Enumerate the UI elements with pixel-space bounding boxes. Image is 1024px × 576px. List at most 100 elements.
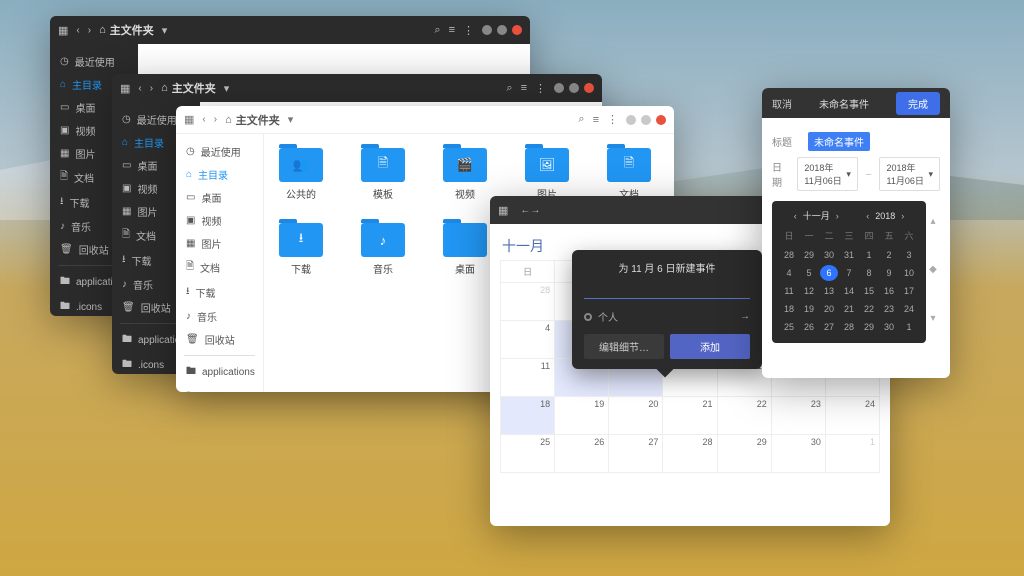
menu-icon[interactable]: ⋮	[463, 24, 474, 37]
view-grid-icon[interactable]: ▦	[120, 82, 130, 95]
mini-day[interactable]: 27	[820, 319, 838, 335]
nav-back-icon[interactable]: ‹	[202, 114, 205, 125]
sidebar-item[interactable]: 🖿.icons	[176, 385, 263, 392]
mini-day[interactable]: 29	[800, 247, 818, 263]
editor-header[interactable]: 取消 未命名事件 完成	[762, 88, 950, 118]
mini-day[interactable]: 29	[860, 319, 878, 335]
title-field[interactable]: 未命名事件	[808, 132, 870, 151]
calendar-cell[interactable]: 11	[501, 359, 555, 397]
window-close[interactable]	[656, 115, 666, 125]
mini-day[interactable]: 4	[780, 265, 798, 281]
sidebar-item[interactable]: ◷最近使用	[50, 50, 138, 73]
cancel-button[interactable]: 取消	[772, 96, 792, 111]
mini-day[interactable]: 20	[820, 301, 838, 317]
window-maximize[interactable]	[641, 115, 651, 125]
folder-item[interactable]: 🎬视频	[438, 148, 492, 201]
path-home[interactable]: ⌂主文件夹	[225, 112, 280, 128]
mini-calendar[interactable]: ‹十一月› ‹2018› 日一二三四五六28293031123456789101…	[772, 201, 926, 343]
path-dropdown-icon[interactable]: ▾	[288, 113, 294, 126]
window-minimize[interactable]	[554, 83, 564, 93]
view-list-icon[interactable]: ≡	[593, 114, 599, 126]
add-event-button[interactable]: 添加	[670, 334, 750, 359]
mini-day[interactable]: 28	[840, 319, 858, 335]
folder-item[interactable]: ⭳下载	[274, 223, 328, 276]
next-month-icon[interactable]: ›	[836, 211, 839, 221]
mini-day[interactable]: 30	[880, 319, 898, 335]
menu-icon[interactable]: ⋮	[535, 82, 546, 95]
event-title-input[interactable]	[584, 281, 750, 299]
date-start[interactable]: 2018年11月06日▾	[797, 157, 858, 191]
mini-day[interactable]: 5	[800, 265, 818, 281]
next-year-icon[interactable]: ›	[901, 211, 904, 221]
mini-day[interactable]: 14	[840, 283, 858, 299]
sidebar-item[interactable]: 🗑回收站	[176, 328, 263, 351]
path-home[interactable]: ⌂主文件夹	[99, 22, 154, 38]
path-dropdown-icon[interactable]: ▾	[224, 82, 230, 95]
mini-day[interactable]: 30	[820, 247, 838, 263]
view-list-icon[interactable]: ≡	[521, 82, 527, 94]
mini-day[interactable]: 18	[780, 301, 798, 317]
mini-day[interactable]: 31	[840, 247, 858, 263]
edit-details-button[interactable]: 编辑细节…	[584, 334, 664, 359]
folder-item[interactable]: 桌面	[438, 223, 492, 276]
mini-day[interactable]: 28	[780, 247, 798, 263]
sidebar-item[interactable]: ▭桌面	[176, 186, 263, 209]
drag-handle-icon[interactable]: ◆	[929, 264, 937, 275]
date-end[interactable]: 2018年11月06日▾	[879, 157, 940, 191]
calendar-cell[interactable]: 27	[609, 435, 663, 473]
prev-year-icon[interactable]: ‹	[866, 211, 869, 221]
mini-day[interactable]: 1	[900, 319, 918, 335]
search-icon[interactable]: ⌕	[434, 24, 440, 37]
folder-item[interactable]: 🗎文档	[602, 148, 656, 201]
done-button[interactable]: 完成	[896, 92, 940, 115]
view-list-icon[interactable]: ≡	[449, 24, 455, 36]
scroll-up-icon[interactable]: ▴	[930, 216, 935, 227]
sidebar-item[interactable]: ▦图片	[176, 232, 263, 255]
event-editor-panel[interactable]: 取消 未命名事件 完成 标题 未命名事件 日期 2018年11月06日▾ – 2…	[762, 88, 950, 378]
titlebar[interactable]: ▦ ‹ › ⌂主文件夹 ▾ ⌕ ≡ ⋮	[176, 106, 674, 134]
nav-back-icon[interactable]: ‹	[138, 83, 141, 94]
path-dropdown-icon[interactable]: ▾	[162, 24, 168, 37]
mini-day[interactable]: 21	[840, 301, 858, 317]
mini-day[interactable]: 8	[860, 265, 878, 281]
calendar-cell[interactable]: 22	[718, 397, 772, 435]
mini-day[interactable]: 24	[900, 301, 918, 317]
sidebar-item[interactable]: ⌂主目录	[176, 163, 263, 186]
window-minimize[interactable]	[482, 25, 492, 35]
nav-back-icon[interactable]: ‹	[76, 25, 79, 36]
mini-day[interactable]: 10	[900, 265, 918, 281]
nav-forward-icon[interactable]: ›	[214, 114, 217, 125]
sidebar-item[interactable]: ⭳下载	[176, 280, 263, 305]
calendar-cell[interactable]: 26	[555, 435, 609, 473]
calendar-cell[interactable]: 28	[663, 435, 717, 473]
scroll-down-icon[interactable]: ▾	[930, 313, 935, 324]
titlebar[interactable]: ▦ ‹ › ⌂主文件夹 ▾ ⌕ ≡ ⋮	[112, 74, 602, 102]
new-event-popover[interactable]: 为 11 月 6 日新建事件 个人 → 编辑细节… 添加	[572, 250, 762, 369]
mini-day[interactable]: 15	[860, 283, 878, 299]
window-minimize[interactable]	[626, 115, 636, 125]
titlebar[interactable]: ▦ ‹ › ⌂主文件夹 ▾ ⌕ ≡ ⋮	[50, 16, 530, 44]
prev-icon[interactable]: ←	[520, 205, 530, 216]
sidebar-item[interactable]: ▣视频	[176, 209, 263, 232]
nav-forward-icon[interactable]: ›	[88, 25, 91, 36]
mini-day[interactable]: 7	[840, 265, 858, 281]
mini-day[interactable]: 25	[780, 319, 798, 335]
mini-day[interactable]: 2	[880, 247, 898, 263]
calendar-cell[interactable]: 4	[501, 321, 555, 359]
nav-forward-icon[interactable]: ›	[150, 83, 153, 94]
sidebar-item[interactable]: ◷最近使用	[176, 140, 263, 163]
calendar-cell[interactable]: 1	[826, 435, 880, 473]
calendar-cell[interactable]: 20	[609, 397, 663, 435]
calendar-cell[interactable]: 29	[718, 435, 772, 473]
window-close[interactable]	[512, 25, 522, 35]
mini-day[interactable]: 19	[800, 301, 818, 317]
calendar-cell[interactable]: 25	[501, 435, 555, 473]
folder-item[interactable]: 🗎模板	[356, 148, 410, 201]
calendar-select-icon[interactable]: →	[740, 311, 750, 322]
menu-icon[interactable]: ⋮	[607, 113, 618, 126]
window-maximize[interactable]	[569, 83, 579, 93]
window-close[interactable]	[584, 83, 594, 93]
folder-item[interactable]: 👥公共的	[274, 148, 328, 201]
mini-day[interactable]: 1	[860, 247, 878, 263]
search-icon[interactable]: ⌕	[578, 113, 584, 126]
